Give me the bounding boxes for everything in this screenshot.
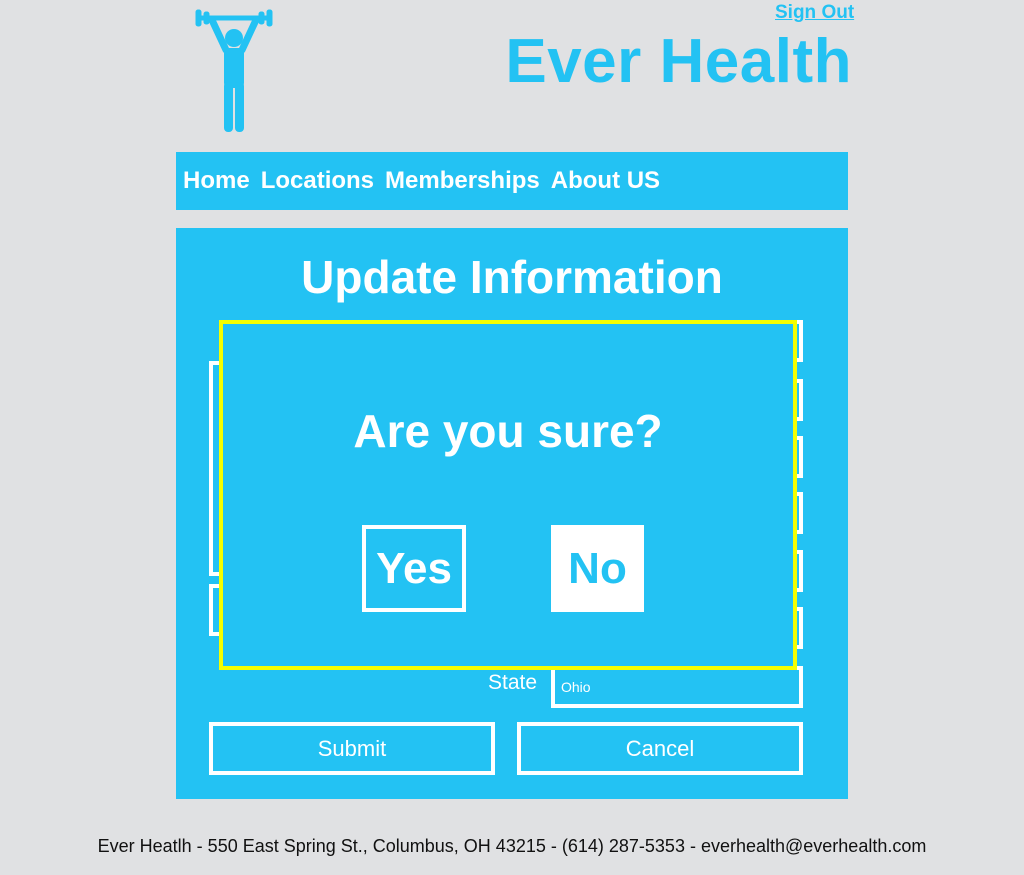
weightlifter-icon [195,9,273,132]
state-input[interactable] [551,666,803,708]
state-label: State [488,671,538,694]
page-title: Update Information [301,251,723,303]
nav-item-locations[interactable]: Locations [261,167,374,195]
yes-button[interactable]: Yes [362,525,466,612]
dialog-question: Are you sure? [353,405,663,457]
sign-out-link[interactable]: Sign Out [775,2,854,24]
brand-title: Ever Health [505,27,852,96]
nav-item-memberships[interactable]: Memberships [385,167,540,195]
page: Sign Out Ever Health Home Locations Memb… [0,0,1024,875]
nav-item-home[interactable]: Home [183,167,250,195]
confirm-dialog: Are you sure? Yes No [219,320,797,670]
main-nav: Home Locations Memberships About US [176,152,848,210]
submit-button[interactable]: Submit [209,722,495,775]
no-button[interactable]: No [551,525,644,612]
footer-contact: Ever Heatlh - 550 East Spring St., Colum… [97,836,927,856]
cancel-button[interactable]: Cancel [517,722,803,775]
nav-item-about-us[interactable]: About US [551,167,660,195]
